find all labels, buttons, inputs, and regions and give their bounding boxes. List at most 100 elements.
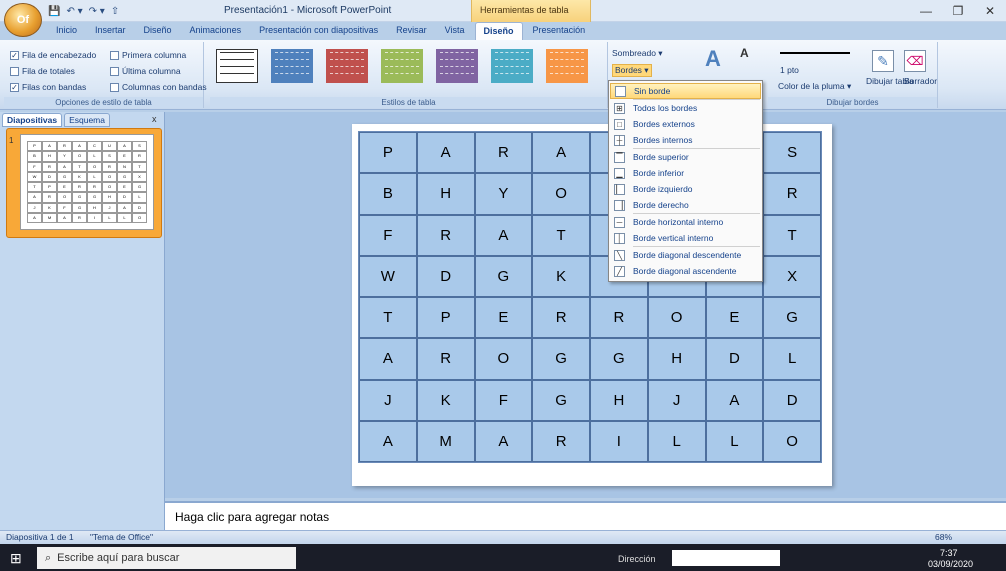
tab-insertar[interactable]: Insertar bbox=[87, 22, 134, 40]
table-cell[interactable]: R bbox=[532, 420, 590, 462]
table-cell[interactable]: E bbox=[474, 297, 533, 339]
total-row-option[interactable]: Fila de totales bbox=[10, 66, 75, 76]
table-cell[interactable]: T bbox=[763, 214, 821, 256]
customize-qat-icon[interactable]: ⇧ bbox=[111, 6, 119, 17]
borders-menu-item[interactable]: ▔ Borde superior bbox=[610, 149, 761, 165]
windows-start-icon[interactable]: ⊞ bbox=[10, 550, 22, 567]
table-cell[interactable]: R bbox=[474, 132, 533, 174]
table-cell[interactable]: G bbox=[590, 338, 648, 380]
table-cell[interactable]: A bbox=[359, 338, 417, 380]
tab-revisar[interactable]: Revisar bbox=[388, 22, 435, 40]
table-cell[interactable]: K bbox=[532, 255, 590, 297]
undo-icon[interactable]: ↶ ▾ bbox=[66, 6, 82, 17]
borders-menu-item[interactable]: ▕ Borde derecho bbox=[610, 197, 761, 213]
table-cell[interactable]: I bbox=[590, 420, 648, 462]
borders-menu-item[interactable]: ⊞ Todos los bordes bbox=[610, 100, 761, 116]
tab-inicio[interactable]: Inicio bbox=[48, 22, 85, 40]
table-cell[interactable]: T bbox=[359, 297, 417, 339]
table-cell[interactable]: O bbox=[647, 297, 706, 339]
table-cell[interactable]: A bbox=[474, 420, 533, 462]
table-cell[interactable]: P bbox=[416, 297, 475, 339]
borders-menu-item[interactable]: ╱ Borde diagonal ascendente bbox=[610, 263, 761, 279]
table-cell[interactable]: P bbox=[359, 132, 417, 174]
borders-menu-item[interactable]: ┼ Bordes internos bbox=[610, 132, 761, 148]
table-cell[interactable]: F bbox=[359, 214, 417, 256]
table-cell[interactable]: L bbox=[705, 420, 764, 462]
tab-vista[interactable]: Vista bbox=[437, 22, 473, 40]
table-cell[interactable]: R bbox=[590, 297, 648, 339]
borders-button[interactable]: Bordes ▾ bbox=[612, 64, 652, 77]
taskbar-search[interactable]: ⌕ Escribe aquí para buscar bbox=[37, 547, 296, 569]
table-cell[interactable]: E bbox=[705, 297, 764, 339]
table-cell[interactable]: D bbox=[763, 379, 821, 421]
tab-slides[interactable]: Diapositivas bbox=[2, 113, 63, 127]
header-row-option[interactable]: ✓ Fila de encabezado bbox=[10, 50, 96, 60]
table-cell[interactable]: X bbox=[763, 255, 821, 297]
borders-menu-item[interactable]: ▏ Borde izquierdo bbox=[610, 181, 761, 197]
pen-style-line[interactable] bbox=[780, 52, 850, 54]
table-cell[interactable]: H bbox=[590, 379, 648, 421]
borders-menu-item[interactable]: │ Borde vertical interno bbox=[610, 230, 761, 246]
table-cell[interactable]: D bbox=[705, 338, 764, 380]
table-cell[interactable]: L bbox=[647, 420, 706, 462]
minimize-button[interactable]: — bbox=[910, 0, 942, 22]
eraser-icon[interactable]: ⌫ bbox=[904, 50, 926, 72]
draw-table-icon[interactable]: ✎ bbox=[872, 50, 894, 72]
table-cell[interactable]: R bbox=[416, 214, 475, 256]
table-style-tile[interactable] bbox=[271, 49, 313, 83]
table-cell[interactable]: Y bbox=[474, 173, 533, 215]
table-cell[interactable]: A bbox=[532, 132, 590, 174]
office-button[interactable]: Of bbox=[4, 3, 42, 37]
table-cell[interactable]: G bbox=[532, 379, 590, 421]
table-cell[interactable]: K bbox=[416, 379, 475, 421]
address-field[interactable] bbox=[672, 550, 780, 566]
table-cell[interactable]: A bbox=[474, 214, 533, 256]
save-icon[interactable]: 💾 bbox=[48, 6, 60, 17]
table-cell[interactable]: F bbox=[474, 379, 533, 421]
font-color-icon[interactable]: A bbox=[740, 46, 749, 60]
table-cell[interactable]: O bbox=[532, 173, 590, 215]
table-cell[interactable]: S bbox=[763, 132, 821, 174]
table-cell[interactable]: O bbox=[763, 420, 821, 462]
table-cell[interactable]: R bbox=[532, 297, 590, 339]
borders-menu-item[interactable]: Sin borde bbox=[610, 83, 761, 99]
table-style-tile[interactable] bbox=[326, 49, 368, 83]
table-style-tile[interactable] bbox=[381, 49, 423, 83]
banded-rows-option[interactable]: ✓ Filas con bandas bbox=[10, 82, 86, 92]
table-style-tile[interactable] bbox=[491, 49, 533, 83]
table-style-tile[interactable] bbox=[436, 49, 478, 83]
pen-weight-select[interactable]: 1 pto bbox=[780, 65, 799, 75]
slide-thumbnail[interactable]: PARACUASBHYOLSERFRATORNTWDGKLOGXTPERROEG… bbox=[20, 134, 154, 230]
table-cell[interactable]: J bbox=[359, 379, 417, 421]
table-cell[interactable]: J bbox=[647, 379, 706, 421]
first-column-option[interactable]: Primera columna bbox=[110, 50, 186, 60]
shading-button[interactable]: Sombreado ▾ bbox=[612, 48, 663, 59]
borders-menu-item[interactable]: ─ Borde horizontal interno bbox=[610, 214, 761, 230]
redo-icon[interactable]: ↷ ▾ bbox=[89, 6, 105, 17]
zoom-level[interactable]: 68% bbox=[935, 532, 952, 542]
table-cell[interactable]: D bbox=[416, 255, 475, 297]
table-cell[interactable]: G bbox=[474, 255, 533, 297]
table-cell[interactable]: L bbox=[763, 338, 821, 380]
close-button[interactable]: ✕ bbox=[974, 0, 1006, 22]
table-cell[interactable]: O bbox=[474, 338, 533, 380]
table-cell[interactable]: G bbox=[763, 297, 821, 339]
tab-animaciones[interactable]: Animaciones bbox=[182, 22, 250, 40]
table-cell[interactable]: A bbox=[705, 379, 764, 421]
table-cell[interactable]: A bbox=[359, 420, 417, 462]
borders-menu-item[interactable]: ╲ Borde diagonal descendente bbox=[610, 247, 761, 263]
quick-styles-icon[interactable]: A bbox=[705, 46, 721, 72]
table-cell[interactable]: W bbox=[359, 255, 417, 297]
table-cell[interactable]: H bbox=[416, 173, 475, 215]
tab-table-diseno[interactable]: Diseño bbox=[474, 22, 523, 40]
table-cell[interactable]: T bbox=[532, 214, 590, 256]
borders-menu-item[interactable]: □ Bordes externos bbox=[610, 116, 761, 132]
tab-presentacion-diapositivas[interactable]: Presentación con diapositivas bbox=[251, 22, 386, 40]
table-cell[interactable]: R bbox=[763, 173, 821, 215]
table-cell[interactable]: A bbox=[416, 132, 475, 174]
clock-time[interactable]: 7:37 bbox=[940, 548, 958, 558]
table-style-tile[interactable] bbox=[216, 49, 258, 83]
tab-diseno[interactable]: Diseño bbox=[136, 22, 180, 40]
table-cell[interactable]: M bbox=[416, 420, 475, 462]
table-cell[interactable]: R bbox=[416, 338, 475, 380]
